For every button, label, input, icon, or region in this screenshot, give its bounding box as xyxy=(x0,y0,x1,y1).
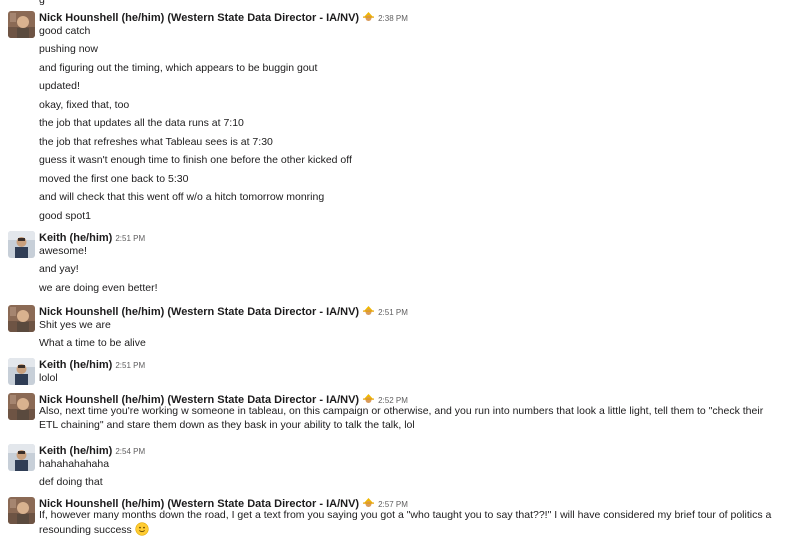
slightly-smiling-face-icon xyxy=(135,522,149,536)
message-text: awesome! xyxy=(39,245,87,257)
message-timestamp[interactable]: 2:51 PM xyxy=(115,361,145,370)
avatar-keith[interactable] xyxy=(8,444,35,471)
message-header: Nick Hounshell (he/him) (Western State D… xyxy=(39,302,408,319)
message-text: Shit yes we are xyxy=(39,319,111,331)
message-text: moved the first one back to 5:30 xyxy=(39,173,189,185)
avatar-nick[interactable] xyxy=(8,497,35,524)
message-text-content: If, however many months down the road, I… xyxy=(39,509,772,536)
sender-name[interactable]: Keith (he/him) xyxy=(39,445,112,457)
message-header: Nick Hounshell (he/him) (Western State D… xyxy=(39,8,408,25)
sender-name[interactable]: Nick Hounshell (he/him) (Western State D… xyxy=(39,12,359,24)
message-text: def doing that xyxy=(39,476,103,488)
message-header: Keith (he/him) 2:51 PM xyxy=(39,355,145,372)
message-text: Also, next time you're working w someone… xyxy=(39,405,764,431)
avatar-keith[interactable] xyxy=(8,231,35,258)
message-text: the job that updates all the data runs a… xyxy=(39,117,244,129)
sender-name[interactable]: Keith (he/him) xyxy=(39,359,112,371)
construction-worker-icon xyxy=(362,393,375,404)
message-text: good catch xyxy=(39,25,91,37)
message-timestamp[interactable]: 2:38 PM xyxy=(378,14,408,23)
message-text: guess it wasn't enough time to finish on… xyxy=(39,154,352,166)
message-text: and figuring out the timing, which appea… xyxy=(39,62,318,74)
message-text: okay, fixed that, too xyxy=(39,99,130,111)
message-header: Keith (he/him) 2:54 PM xyxy=(39,441,145,458)
message-header: Keith (he/him) 2:51 PM xyxy=(39,228,145,245)
message-timestamp[interactable]: 2:51 PM xyxy=(378,308,408,317)
message-text: pushing now xyxy=(39,43,98,55)
message-text: and will check that this went off w/o a … xyxy=(39,191,325,203)
construction-worker-icon xyxy=(362,497,375,508)
message-text: we are doing even better! xyxy=(39,282,158,294)
message-text: good spot1 xyxy=(39,210,91,222)
message-text: updated! xyxy=(39,80,80,92)
message-text: lolol xyxy=(39,372,58,384)
message-text: If, however many months down the road, I… xyxy=(39,508,784,537)
sender-name[interactable]: Nick Hounshell (he/him) (Western State D… xyxy=(39,306,359,318)
message-text: the job that refreshes what Tableau sees… xyxy=(39,136,273,148)
construction-worker-icon xyxy=(362,305,375,316)
avatar-nick[interactable] xyxy=(8,305,35,332)
message-timestamp[interactable]: 2:54 PM xyxy=(115,447,145,456)
avatar-nick[interactable] xyxy=(8,11,35,38)
message-feed: g Nick Hounshell (he/him) (Western State… xyxy=(0,0,800,543)
message-text: What a time to be alive xyxy=(39,337,146,349)
construction-worker-icon xyxy=(362,11,375,22)
avatar-nick[interactable] xyxy=(8,393,35,420)
message-text: and yay! xyxy=(39,263,79,275)
message-timestamp[interactable]: 2:51 PM xyxy=(115,234,145,243)
sender-name[interactable]: Keith (he/him) xyxy=(39,232,112,244)
message-text: hahahahahaha xyxy=(39,458,110,470)
clipped-previous-message: g xyxy=(39,0,45,6)
avatar-keith[interactable] xyxy=(8,358,35,385)
